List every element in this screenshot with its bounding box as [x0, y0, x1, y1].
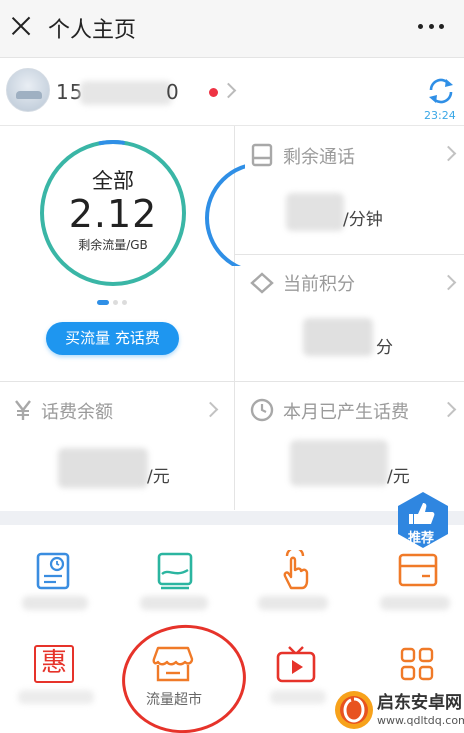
balance-unit: /元	[147, 467, 170, 487]
monthly-fee-redacted	[290, 440, 388, 486]
watermark-logo-icon	[335, 691, 373, 729]
phone-icon	[251, 143, 273, 167]
top-bar: 个人主页	[0, 0, 464, 58]
close-icon[interactable]	[8, 12, 34, 40]
points-title: 当前积分	[283, 274, 355, 295]
data-usage-value: 2.12	[68, 192, 158, 236]
buy-data-recharge-button[interactable]: 买流量 充话费	[46, 322, 179, 355]
remaining-calls-redacted	[286, 193, 344, 231]
phone-number-redacted	[80, 81, 172, 105]
diamond-icon	[250, 272, 274, 294]
service-label-redacted	[380, 596, 450, 610]
carousel-pager[interactable]	[97, 300, 127, 305]
more-dots-icon[interactable]	[418, 24, 444, 30]
refresh-time: 23:24	[424, 109, 456, 122]
chevron-right-icon[interactable]	[202, 401, 219, 418]
chevron-right-icon[interactable]	[440, 274, 457, 291]
recommend-label: 推荐	[408, 531, 435, 546]
tv-play-icon[interactable]	[276, 645, 316, 683]
next-card-ring[interactable]	[205, 162, 245, 266]
chevron-right-icon[interactable]	[440, 145, 457, 162]
grid-divider	[0, 381, 464, 382]
remaining-calls-title: 剩余通话	[283, 147, 355, 168]
phone-number-suffix: 0	[166, 80, 180, 104]
balance-redacted	[58, 448, 148, 488]
yen-icon	[15, 400, 31, 420]
watermark-title: 启东安卓网	[377, 693, 462, 713]
landscape-card-icon[interactable]	[157, 552, 193, 590]
data-usage-unit: 剩余流量/GB	[78, 238, 148, 252]
service-label-redacted	[270, 690, 326, 704]
data-usage-label: 全部	[92, 169, 134, 193]
refresh-icon[interactable]	[427, 77, 455, 105]
watermark-url: www.qdltdq.com	[377, 714, 464, 727]
points-unit: 分	[376, 338, 393, 358]
wallet-card-icon[interactable]	[398, 553, 438, 587]
tap-hand-icon[interactable]	[277, 550, 313, 592]
monthly-fee-title: 本月已产生话费	[283, 402, 409, 423]
monthly-fee-unit: /元	[387, 467, 410, 487]
page-title: 个人主页	[48, 18, 137, 43]
watermark: 启东安卓网 www.qdltdq.com	[334, 688, 464, 732]
balance-title: 话费余额	[41, 402, 113, 423]
recommend-badge[interactable]: 推荐	[394, 490, 452, 550]
data-usage-arc	[98, 140, 125, 146]
user-bar[interactable]: 15 0 23:24	[0, 59, 464, 126]
hui-icon[interactable]: 惠	[34, 645, 74, 683]
service-label-redacted	[22, 596, 88, 610]
grid-divider	[235, 254, 464, 255]
highlight-circle	[116, 618, 252, 733]
service-label-redacted	[258, 596, 328, 610]
service-label-redacted	[140, 596, 208, 610]
avatar[interactable]	[6, 68, 50, 112]
remaining-calls-unit: /分钟	[343, 210, 383, 230]
clock-icon	[250, 398, 274, 422]
service-label-redacted	[18, 690, 94, 704]
apps-grid-icon[interactable]	[400, 647, 434, 681]
points-redacted	[303, 318, 373, 356]
alert-dot	[209, 88, 218, 97]
chevron-right-icon[interactable]	[220, 82, 237, 99]
chevron-right-icon[interactable]	[440, 401, 457, 418]
bill-icon[interactable]	[36, 552, 72, 590]
